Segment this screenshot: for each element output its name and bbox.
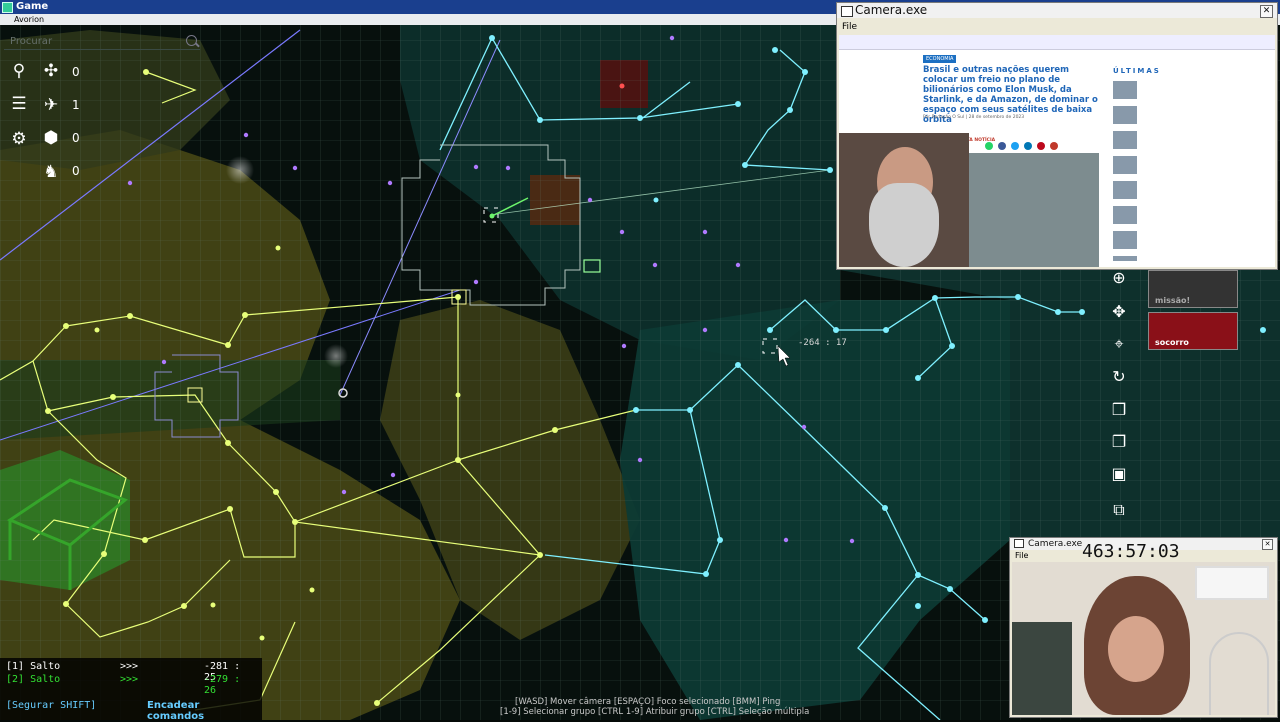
close-icon[interactable]: ✕ (1262, 539, 1273, 550)
drone-icon: ✣ (43, 61, 59, 81)
table-furniture (1209, 632, 1269, 715)
camera-window-top[interactable]: Camera.exe ✕ File ECONOMIA Brasil e outr… (836, 2, 1278, 270)
browser-bar (839, 35, 1275, 50)
cube-order-icon[interactable]: ❒ (1107, 398, 1131, 422)
help-label: socorro (1155, 338, 1189, 347)
mission-button[interactable]: missão! (1148, 270, 1238, 308)
whatsapp-icon[interactable] (985, 142, 993, 150)
pinterest-icon[interactable] (1037, 142, 1046, 150)
mission-label: missão! (1155, 296, 1191, 305)
cargo-count: 0 (72, 131, 80, 145)
email-icon[interactable] (1050, 142, 1059, 150)
chain-commands-label: Encadear comandos (147, 700, 205, 722)
search-placeholder: Procurar (10, 36, 53, 47)
cube-arrows-icon[interactable]: ⧉ (1107, 498, 1131, 522)
camera-menu-file[interactable]: File (1015, 551, 1028, 560)
window-title: Game (16, 1, 49, 12)
drone-count: 0 (72, 65, 80, 79)
crew-count: 0 (72, 164, 80, 178)
target-order-icon[interactable]: ⌖ (1107, 332, 1131, 356)
article-byline: Por Redação O Sul | 28 de setembro de 20… (923, 115, 1025, 120)
facebook-icon[interactable] (998, 142, 1007, 150)
hostile-marker (619, 83, 625, 89)
camera-titlebar[interactable]: Camera.exe (837, 3, 1277, 18)
command-label: [2] Salto (6, 674, 61, 685)
cargo-icon: ⬢ (43, 128, 59, 148)
command-coords: -279 : 26 (204, 674, 241, 696)
app-subtitle: Avorion (14, 15, 45, 24)
camera-window-bottom[interactable]: Camera.exe ✕ File 463:57:03 (1009, 537, 1278, 718)
share-icons[interactable] (985, 135, 1059, 154)
chair (1012, 622, 1072, 715)
person-face (1108, 616, 1164, 682)
linkedin-icon[interactable] (1024, 142, 1033, 150)
command-row[interactable]: [1] Salto >>> -281 : 25 (6, 661, 256, 683)
command-row[interactable]: [2] Salto >>> -279 : 26 (6, 674, 256, 696)
presenter-beard (869, 183, 939, 267)
cursor-coordinates: -264 : 17 (798, 338, 847, 348)
command-queue-panel: [1] Salto >>> -281 : 25 [2] Salto >>> -2… (0, 658, 262, 722)
close-icon[interactable]: ✕ (1260, 5, 1273, 18)
cube-big-icon[interactable]: ▣ (1107, 462, 1131, 486)
camera-feed (1012, 562, 1275, 715)
move-order-icon[interactable]: ✥ (1107, 300, 1131, 324)
twitter-icon[interactable] (1011, 142, 1020, 150)
app-icon (2, 2, 13, 13)
menu-list-icon[interactable]: ☰ (8, 93, 30, 115)
camera-title: Camera.exe (1028, 539, 1083, 549)
command-arrows: >>> (120, 661, 139, 672)
search-icon[interactable] (186, 35, 197, 46)
camera-timer: 463:57:03 (1082, 541, 1180, 562)
camera-title: Camera.exe (855, 3, 928, 17)
search-input[interactable]: Procurar (4, 34, 200, 50)
fighter-count: 1 (72, 98, 80, 112)
article-tag: ECONOMIA (923, 55, 957, 63)
crew-icon: ♞ (43, 162, 59, 182)
refresh-order-icon[interactable]: ↻ (1107, 365, 1131, 389)
presenter-webcam (839, 133, 969, 267)
command-label: [1] Salto (6, 661, 61, 672)
news-sidebar-title: ÚLTIMAS (1113, 67, 1161, 75)
camera-app-icon (1014, 539, 1024, 548)
news-sidebar-list (1113, 81, 1137, 261)
shift-hint: [Segurar SHIFT] (6, 700, 97, 711)
camera-feed: ECONOMIA Brasil e outras nações querem c… (839, 35, 1275, 267)
command-footer: [Segurar SHIFT] Encadear comandos (6, 700, 256, 722)
gear-icon[interactable]: ⚙ (8, 128, 30, 150)
map-pin-icon[interactable]: ⚲ (8, 60, 30, 82)
hint-line-1: [WASD] Mover câmera [ESPAÇO] Foco seleci… (515, 697, 781, 707)
command-arrows: >>> (120, 674, 139, 685)
cube-settings-icon[interactable]: ❐ (1107, 430, 1131, 454)
fighter-icon: ✈ (43, 95, 59, 115)
window-background (1195, 566, 1269, 600)
help-button[interactable]: socorro (1148, 312, 1238, 350)
camera-app-icon (841, 6, 853, 17)
camera-menu-file[interactable]: File (842, 22, 857, 32)
hint-line-2: [1-9] Selecionar grupo [CTRL 1-9] Atribu… (500, 707, 810, 717)
